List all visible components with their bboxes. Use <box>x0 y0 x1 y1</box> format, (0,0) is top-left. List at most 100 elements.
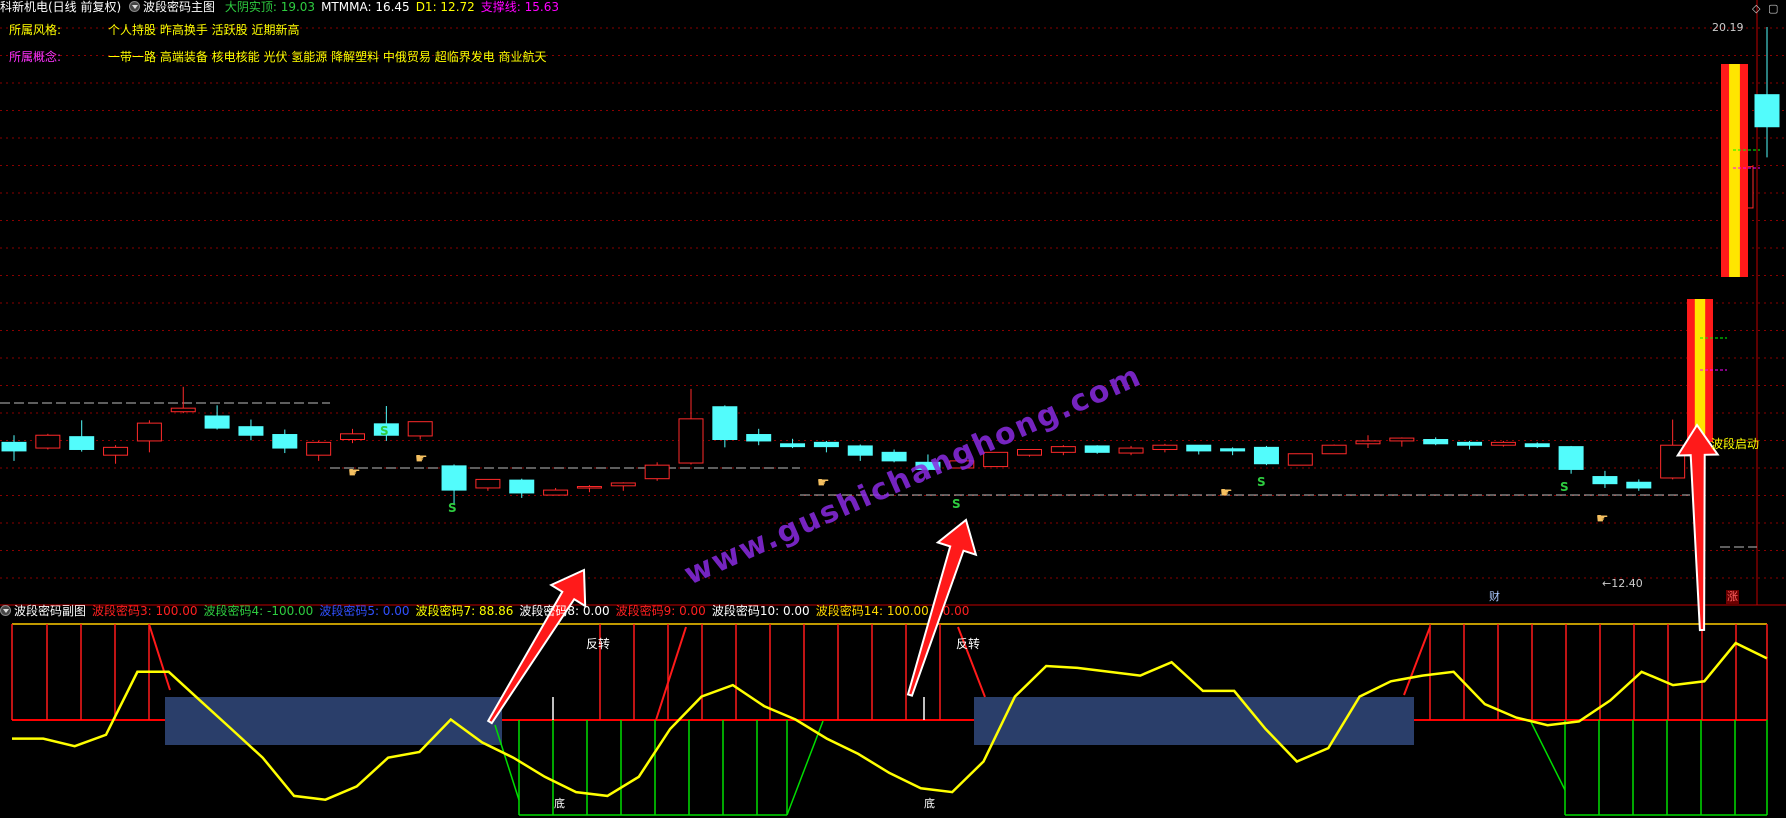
green-edge <box>786 720 824 816</box>
s-marker-4: S <box>1560 480 1569 494</box>
candle-body <box>1321 444 1347 455</box>
candle-body <box>1017 448 1042 456</box>
candle-body <box>1118 447 1144 454</box>
red-edge <box>1403 626 1431 696</box>
header-value-0: 大阴实顶: 19.03 <box>224 0 316 14</box>
candle-body <box>407 421 433 437</box>
header-value-1: MTMMA: 16.45 <box>321 0 410 14</box>
header-value-2: D1: 12.72 <box>415 0 475 14</box>
reverse-label-1: 反转 <box>586 637 611 651</box>
candle-body <box>35 434 61 449</box>
candle-body <box>1287 453 1313 466</box>
red-edge <box>655 626 687 721</box>
candle-body <box>543 489 569 496</box>
reverse-label-2: 反转 <box>956 637 981 651</box>
sub-dropdown-icon[interactable] <box>0 605 11 616</box>
candle-body <box>509 479 535 494</box>
candle-body <box>1253 446 1279 465</box>
green-edge <box>1530 721 1566 791</box>
main-header: 科新机电(日线 前复权) 波段密码主图 大阴实顶: 19.03 MTMMA: 16… <box>0 0 565 16</box>
style-value: 个人持股 昨高换手 活跃股 近期新高 <box>108 23 300 37</box>
hand-icon: ☛ <box>1220 485 1233 501</box>
candle-body <box>1355 440 1381 445</box>
sub-value-8: : 0.00 <box>934 604 970 618</box>
candle-body <box>712 406 738 441</box>
sub-value-5: 波段密码9: 0.00 <box>615 604 706 618</box>
style-label: 所属风格: <box>9 23 62 37</box>
candle-body <box>1084 445 1110 453</box>
bottom-label-1: 底 <box>554 797 565 810</box>
candle-body <box>576 486 602 489</box>
candle-body <box>475 478 501 489</box>
candle-body <box>103 446 129 456</box>
window-icon[interactable]: ▢ <box>1768 2 1778 15</box>
cai-marker: 财 <box>1489 590 1500 603</box>
sub-value-0: 波段密码3: 100.00 <box>92 604 198 618</box>
zone-box <box>974 697 1414 745</box>
price-grid <box>0 0 1786 606</box>
candle-body <box>1 441 27 452</box>
sub-value-1: 波段密码4: -100.00 <box>203 604 314 618</box>
arrows <box>486 423 1720 725</box>
candle-body <box>136 422 162 442</box>
zhang-marker: 涨 <box>1726 590 1739 604</box>
candle-body <box>204 415 230 429</box>
sub-indicator-name[interactable]: 波段密码副图 <box>14 604 86 618</box>
bottom-label-2: 底 <box>924 797 935 810</box>
s-marker-2: S <box>952 497 961 511</box>
candle-body <box>238 426 264 436</box>
sub-header: 波段密码副图 波段密码3: 100.00 波段密码4: -100.00 波段密码5: … <box>0 604 975 620</box>
sub-chart <box>11 623 1768 816</box>
wave-start-label: 波段启动 <box>1711 437 1760 451</box>
concept-label: 所属概念: <box>9 50 62 64</box>
indicator-name[interactable]: 波段密码主图 <box>143 0 215 14</box>
dropdown-icon[interactable] <box>129 1 141 12</box>
concept-value: 一带一路 高端装备 核电核能 光伏 氢能源 降解塑料 中俄贸易 超临界发电 商业… <box>108 50 547 64</box>
candle-body <box>1050 446 1076 453</box>
candle-body <box>746 434 772 442</box>
candle-body <box>1423 439 1449 445</box>
hand-icon: ☛ <box>415 451 428 467</box>
candle-body <box>1457 441 1483 446</box>
candle-body <box>1524 443 1550 448</box>
sub-value-4: 波段密码8: 0.00 <box>519 604 610 618</box>
red-edge <box>148 623 171 691</box>
candle-body <box>1220 448 1246 452</box>
candle-body <box>813 441 839 448</box>
candle-body <box>1754 94 1780 128</box>
candle-body <box>644 464 670 480</box>
price-high-label: 20.19 <box>1712 21 1744 34</box>
stock-title[interactable]: 科新机电(日线 前复权) <box>0 0 121 14</box>
sub-value-6: 波段密码10: 0.00 <box>711 604 810 618</box>
sub-value-3: 波段密码7: 88.86 <box>415 604 514 618</box>
candle-body <box>678 418 704 464</box>
candle-body <box>1592 476 1618 485</box>
sub-value-7: 波段密码14: 100.00 <box>815 604 929 618</box>
candle-body <box>170 407 196 413</box>
hand-icon: ☛ <box>1596 511 1609 527</box>
candle-body <box>306 441 332 456</box>
s-marker-3: S <box>1257 475 1266 489</box>
candle-body <box>1186 444 1212 452</box>
candle-body <box>340 433 365 441</box>
candle-body <box>441 465 467 491</box>
candle-body <box>847 445 873 456</box>
chart-canvas[interactable]: ☛ ☛ ☛ ☛ ☛ www.gushichanghong.com <box>0 0 1786 818</box>
candle-body <box>1490 441 1516 446</box>
s-marker-1: S <box>448 501 457 515</box>
diamond-icon[interactable]: ◇ <box>1752 2 1760 15</box>
candle-body <box>272 434 298 449</box>
header-value-3: 支撑线: 15.63 <box>480 0 559 14</box>
arrow-icon <box>1675 423 1720 632</box>
s-marker-0: S <box>380 424 389 438</box>
candle-body <box>1558 446 1584 470</box>
hand-icon: ☛ <box>348 465 361 481</box>
candles: ☛ ☛ ☛ ☛ ☛ <box>1 27 1780 527</box>
green-edge <box>494 724 520 801</box>
price-low-label: ←12.40 <box>1602 577 1643 590</box>
candle-body <box>1626 481 1652 489</box>
candle-body <box>1389 437 1415 442</box>
hand-icon: ☛ <box>817 475 830 491</box>
start-bar-core <box>1729 64 1740 277</box>
watermark: www.gushichanghong.com <box>679 358 1147 592</box>
